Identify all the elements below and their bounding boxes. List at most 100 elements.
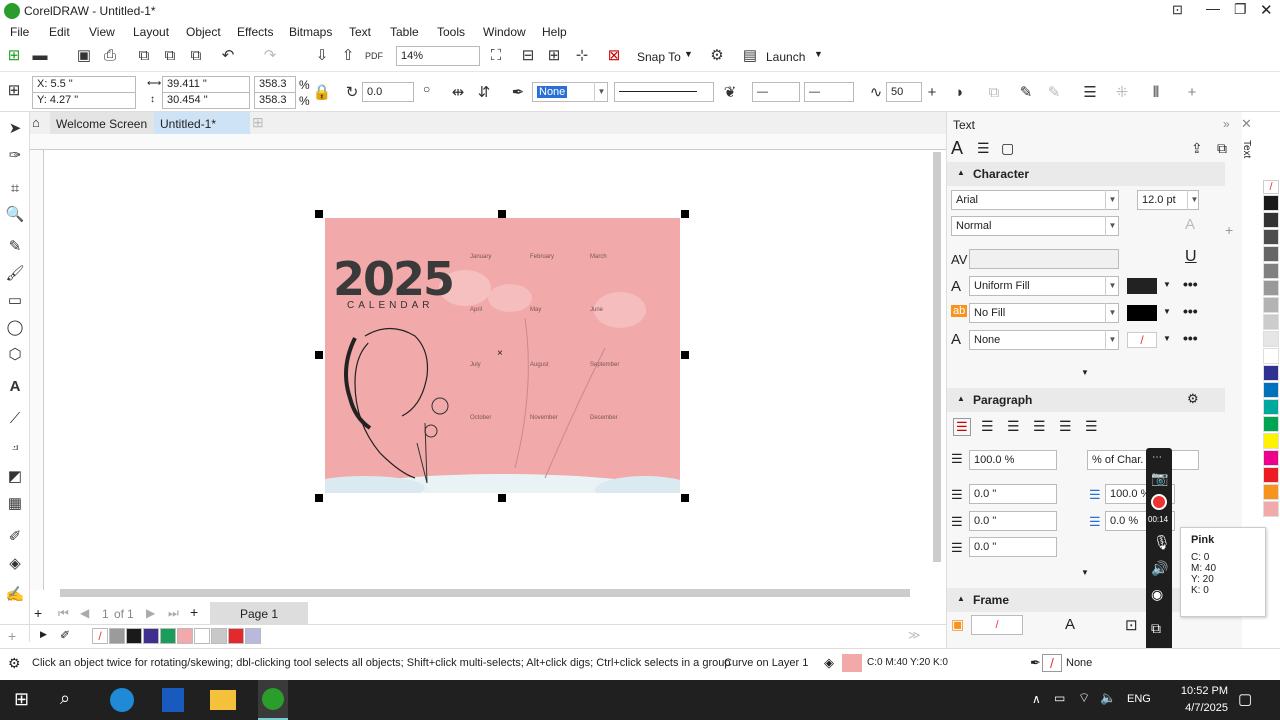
word-icon[interactable] bbox=[162, 688, 184, 712]
interactive-fill-icon[interactable]: ◈ bbox=[5, 555, 25, 573]
palette-color-swatch[interactable] bbox=[1263, 501, 1279, 517]
end-arrowhead-combo[interactable]: — bbox=[804, 82, 854, 102]
clock-time[interactable]: 10:52 PM bbox=[1168, 685, 1228, 697]
smoothing-field[interactable]: 50 bbox=[886, 82, 922, 102]
document-color-swatch[interactable] bbox=[177, 628, 193, 644]
menu-tools[interactable]: Tools bbox=[437, 25, 465, 39]
apply-icon[interactable]: ⇪ bbox=[1191, 140, 1203, 157]
gear-icon[interactable]: ⚙ bbox=[707, 47, 727, 65]
input-language[interactable]: ENG bbox=[1127, 693, 1151, 705]
close-docker-icon[interactable]: ✕ bbox=[1241, 116, 1252, 132]
wifi-icon[interactable]: ⌔ bbox=[1078, 690, 1090, 706]
paste-icon[interactable]: ⧉ bbox=[186, 47, 206, 65]
grid-icon[interactable]: ⊞ bbox=[544, 47, 564, 65]
character-section-header[interactable]: Character bbox=[947, 162, 1225, 186]
eyedropper-icon[interactable]: ✐ bbox=[5, 528, 25, 546]
snap-to-dropdown[interactable]: Snap To bbox=[637, 50, 681, 64]
home-icon[interactable]: ⌂ bbox=[32, 115, 40, 130]
vertical-scrollbar[interactable] bbox=[930, 150, 944, 586]
palette-color-swatch[interactable] bbox=[1263, 382, 1279, 398]
gear-icon[interactable]: ⚙ bbox=[1187, 391, 1199, 407]
text-outline-color-swatch[interactable]: / bbox=[1127, 332, 1157, 348]
zoom-level-combo[interactable]: 14% bbox=[396, 46, 480, 66]
frame-tab-icon[interactable]: ▢ bbox=[1001, 140, 1014, 157]
add-docker-icon[interactable]: + bbox=[1225, 222, 1233, 238]
menu-view[interactable]: View bbox=[89, 25, 115, 39]
menu-effects[interactable]: Effects bbox=[237, 25, 273, 39]
palette-color-swatch[interactable] bbox=[1263, 331, 1279, 347]
page-1-tab[interactable]: Page 1 bbox=[210, 602, 308, 624]
align-center-icon[interactable]: ☰ bbox=[1007, 418, 1020, 435]
character-tab-icon[interactable]: A bbox=[951, 138, 963, 159]
scale-x-field[interactable]: 358.3 bbox=[254, 76, 296, 93]
width-field[interactable]: 39.411 " bbox=[162, 76, 250, 93]
cut-icon[interactable]: ⧉ bbox=[134, 47, 154, 65]
mirror-horizontal-icon[interactable]: ⇹ bbox=[448, 84, 468, 102]
mirror-vertical-icon[interactable]: ⇵ bbox=[474, 84, 494, 102]
record-icon[interactable] bbox=[1151, 494, 1167, 510]
horizontal-scrollbar[interactable] bbox=[44, 586, 930, 600]
all-caps-icon[interactable]: A bbox=[1185, 216, 1195, 233]
menu-help[interactable]: Help bbox=[542, 25, 567, 39]
paragraph-section-header[interactable]: Paragraph bbox=[947, 388, 1225, 412]
scale-y-field[interactable]: 358.3 bbox=[254, 92, 296, 109]
recorder-menu-icon[interactable]: ⋯ bbox=[1152, 452, 1162, 463]
redo-icon[interactable]: ↷ bbox=[260, 47, 280, 65]
frame-fill-combo[interactable]: / bbox=[971, 615, 1023, 635]
palette-color-swatch[interactable] bbox=[1263, 365, 1279, 381]
save-icon[interactable]: ▣ bbox=[74, 47, 94, 65]
selection-handle-bl[interactable] bbox=[315, 494, 323, 502]
menu-table[interactable]: Table bbox=[390, 25, 419, 39]
docker-side-tab[interactable]: Text bbox=[1241, 140, 1252, 158]
text-tool-icon[interactable]: A bbox=[5, 378, 25, 396]
first-line-indent-field[interactable]: 0.0 " bbox=[969, 484, 1057, 504]
notifications-icon[interactable]: ▢ bbox=[1238, 690, 1252, 708]
first-page-icon[interactable]: ⏮ bbox=[58, 606, 69, 621]
window-capture-icon[interactable]: ⧉ bbox=[1151, 620, 1161, 637]
menu-window[interactable]: Window bbox=[483, 25, 526, 39]
kerning-field[interactable] bbox=[969, 249, 1119, 269]
edge-icon[interactable] bbox=[110, 688, 134, 712]
connector-tool-icon[interactable]: ⟓ bbox=[5, 437, 25, 455]
combine-icon[interactable]: ⁜ bbox=[1112, 84, 1132, 102]
restore-icon[interactable]: ❐ bbox=[1234, 1, 1247, 18]
menu-file[interactable]: File bbox=[10, 25, 29, 39]
document-color-swatch[interactable] bbox=[126, 628, 142, 644]
minimize-icon[interactable]: — bbox=[1206, 0, 1220, 16]
menu-object[interactable]: Object bbox=[186, 25, 221, 39]
plus-icon[interactable]: + bbox=[922, 84, 942, 102]
document-color-swatch[interactable] bbox=[194, 628, 210, 644]
palette-color-swatch[interactable] bbox=[1263, 297, 1279, 313]
menu-layout[interactable]: Layout bbox=[133, 25, 169, 39]
speaker-icon[interactable]: 🔊 bbox=[1151, 560, 1168, 577]
text-fill-combo[interactable]: Uniform Fill bbox=[969, 276, 1119, 296]
calendar-artwork[interactable]: 2025 CALENDAR January February March Apr… bbox=[325, 218, 680, 493]
palette-color-swatch[interactable] bbox=[1263, 229, 1279, 245]
start-arrowhead-combo[interactable]: — bbox=[752, 82, 800, 102]
force-justify-icon[interactable]: ☰ bbox=[1085, 418, 1098, 435]
add-page-after-icon[interactable]: + bbox=[190, 604, 198, 620]
no-alignment-icon[interactable]: ☰ bbox=[953, 418, 971, 436]
previous-page-icon[interactable]: ◀ bbox=[80, 606, 89, 620]
parallel-dimension-icon[interactable]: ⟋ bbox=[5, 410, 25, 428]
windows-start-icon[interactable]: ⊞ bbox=[14, 689, 29, 710]
new-document-icon[interactable]: ⊞ bbox=[4, 47, 24, 65]
launch-icon[interactable]: ▤ bbox=[740, 47, 760, 65]
palette-color-swatch[interactable] bbox=[1263, 450, 1279, 466]
launch-dropdown[interactable]: Launch bbox=[766, 50, 805, 64]
palette-color-swatch[interactable] bbox=[1263, 212, 1279, 228]
volume-icon[interactable]: 🔈 bbox=[1100, 690, 1116, 706]
line-spacing-field[interactable]: 100.0 % bbox=[969, 450, 1057, 470]
selection-handle-ml[interactable] bbox=[315, 351, 323, 359]
frame-columns-icon[interactable]: ⊡ bbox=[1125, 616, 1138, 634]
document-color-swatch[interactable] bbox=[211, 628, 227, 644]
height-field[interactable]: 30.454 " bbox=[162, 92, 250, 109]
menu-bitmaps[interactable]: Bitmaps bbox=[289, 25, 332, 39]
close-icon[interactable]: ✕ bbox=[1260, 1, 1273, 19]
pick-tool-icon[interactable]: ➤ bbox=[5, 120, 25, 138]
selection-handle-bc[interactable] bbox=[498, 494, 506, 502]
chevron-down-icon[interactable]: ▼ bbox=[1163, 334, 1171, 343]
chevron-down-icon[interactable]: ▼ bbox=[1163, 307, 1171, 316]
document-color-swatch[interactable] bbox=[245, 628, 261, 644]
frame-text-icon[interactable]: A bbox=[1065, 616, 1075, 633]
